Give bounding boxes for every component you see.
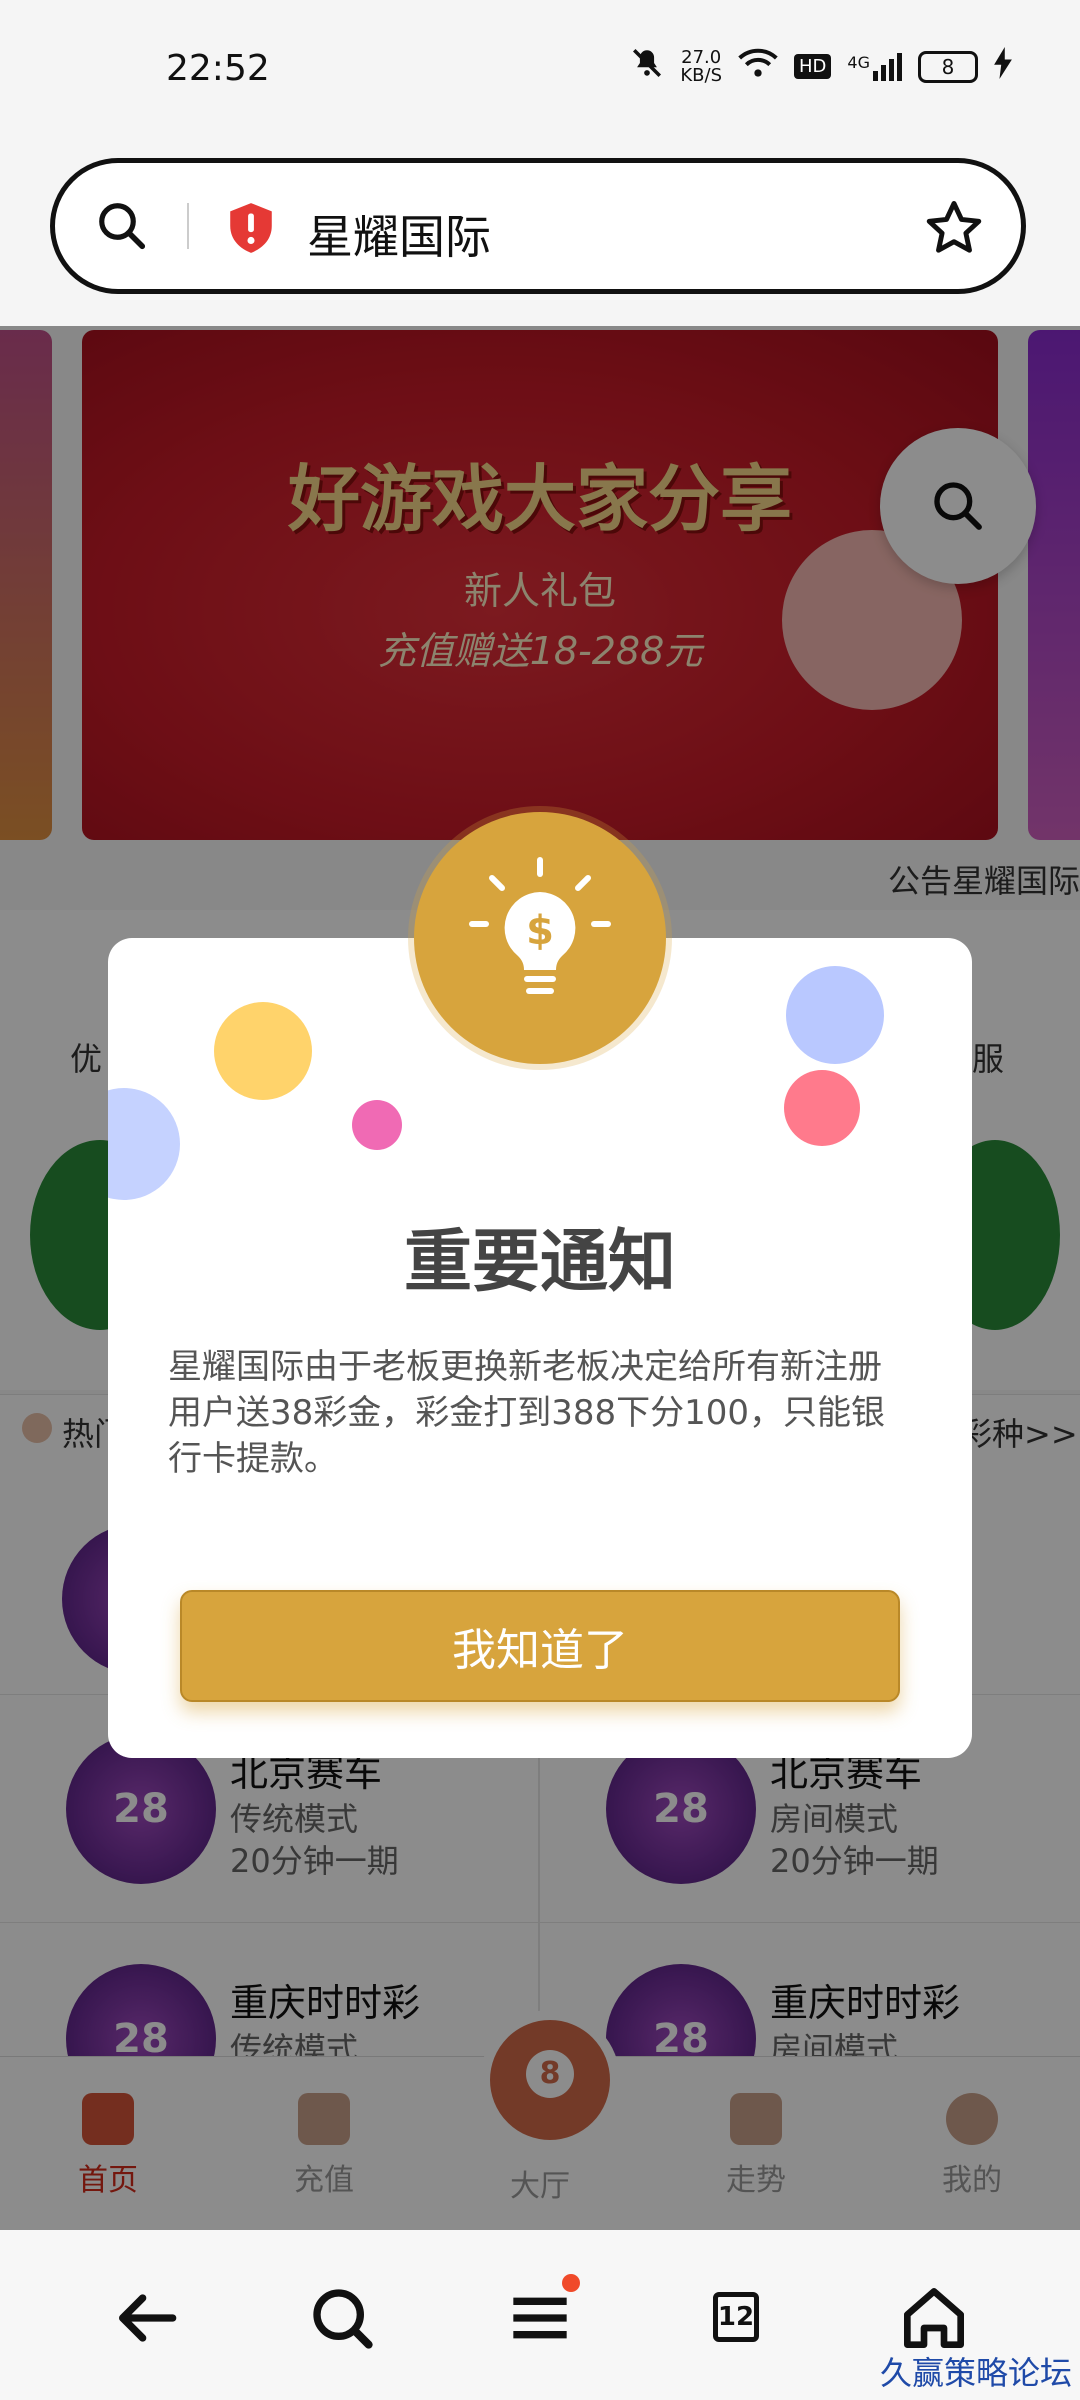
net-speed: 27.0 KB/S — [680, 46, 723, 86]
system-nav-bar: 12 久赢策略论坛 — [0, 2230, 1080, 2400]
address-bar[interactable]: 星耀国际 — [50, 158, 1026, 294]
hd-badge: HD — [794, 54, 832, 79]
notification-dot — [562, 2274, 580, 2292]
decor-dot — [786, 966, 884, 1064]
status-time: 22:52 — [166, 48, 270, 89]
decor-dot — [784, 1070, 860, 1146]
site-name[interactable]: 星耀国际 — [307, 201, 491, 267]
tabs-icon[interactable]: 12 — [696, 2278, 776, 2358]
star-icon[interactable] — [923, 197, 985, 259]
mute-icon — [630, 46, 664, 87]
search-icon[interactable] — [95, 199, 149, 253]
acknowledge-button[interactable]: 我知道了 — [180, 1590, 900, 1702]
battery-icon: 8 — [918, 50, 978, 83]
status-bar: 22:52 27.0 KB/S HD 4G 8 — [0, 0, 1080, 140]
home-icon[interactable] — [894, 2278, 974, 2358]
dollar-bulb-icon: $ — [414, 812, 666, 1064]
dialog-message: 星耀国际由于老板更换新老板决定给所有新注册用户送38彩金，彩金打到388下分10… — [168, 1347, 886, 1479]
divider — [187, 203, 189, 249]
shield-alert-icon[interactable] — [225, 201, 277, 255]
back-arrow-icon[interactable] — [106, 2278, 186, 2358]
svg-text:$: $ — [526, 908, 554, 954]
dialog-title: 重要通知 — [403, 1223, 676, 1302]
watermark: 久赢策略论坛 — [879, 2354, 1072, 2392]
decor-dot — [108, 1088, 180, 1200]
search-icon[interactable] — [302, 2278, 382, 2358]
wifi-icon — [738, 47, 778, 86]
status-icons: 27.0 KB/S HD 4G 8 — [630, 46, 1012, 87]
signal-icon: 4G — [847, 52, 902, 81]
charging-icon — [994, 47, 1012, 86]
decor-dot — [214, 1002, 312, 1100]
decor-dot — [352, 1100, 402, 1150]
menu-icon[interactable] — [500, 2274, 580, 2358]
